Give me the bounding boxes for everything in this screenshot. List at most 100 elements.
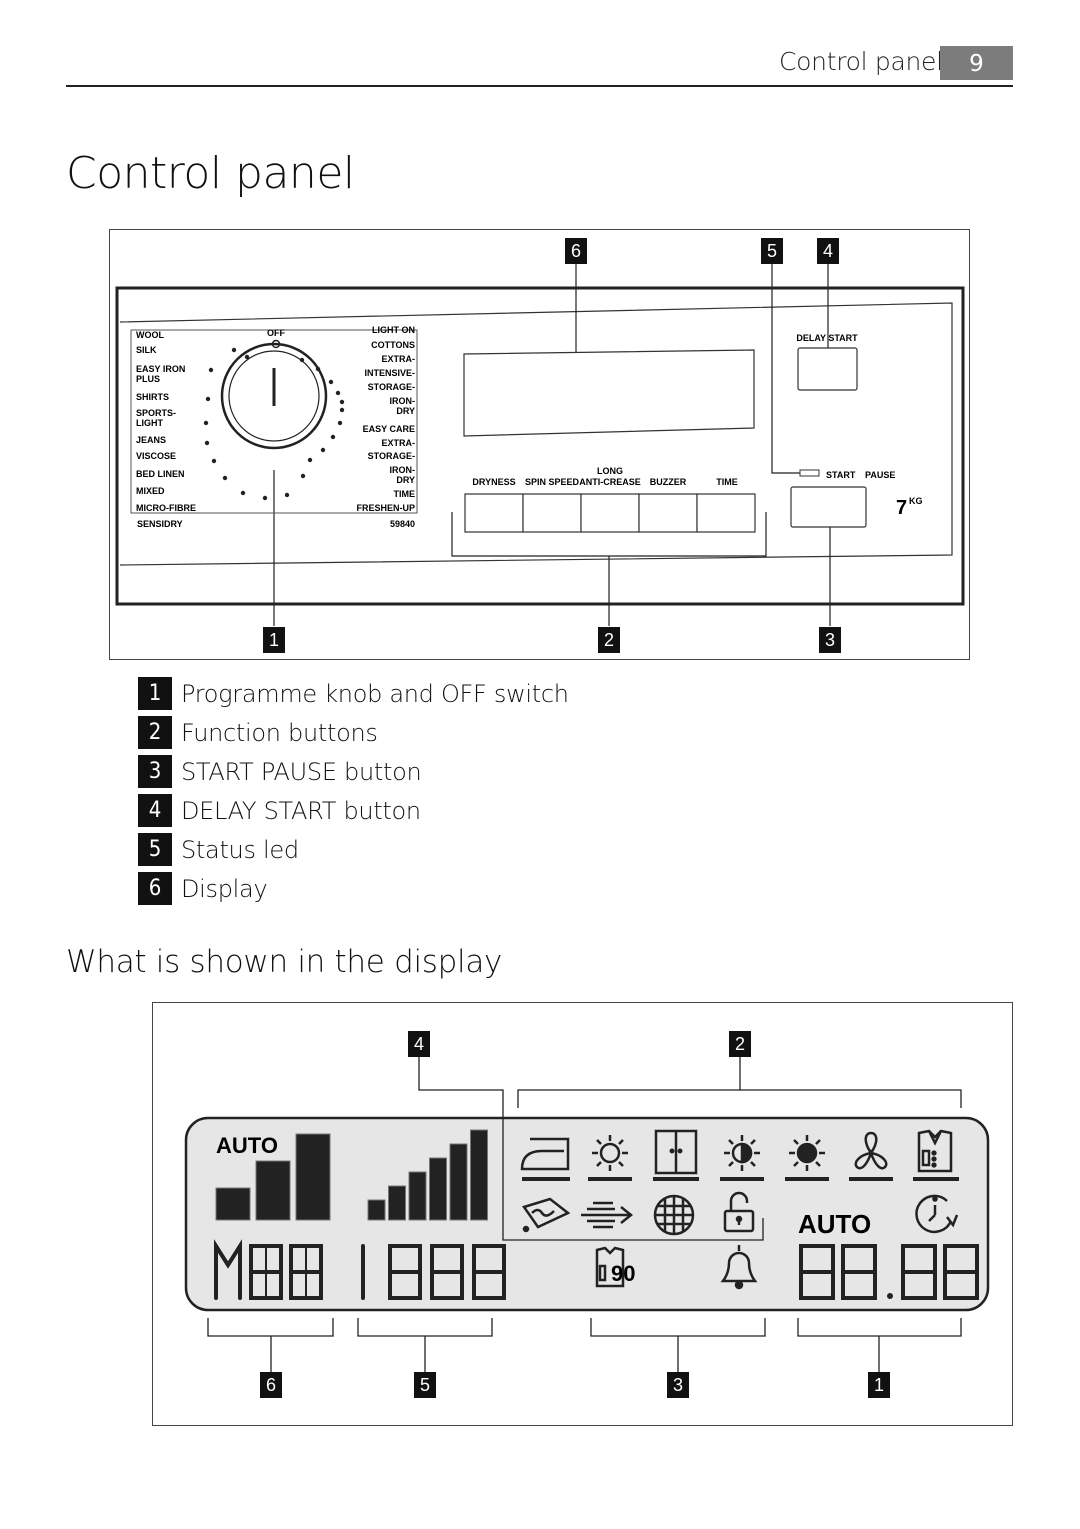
programme-dot [300, 473, 306, 479]
programme-dot [330, 434, 336, 440]
function-button [696, 493, 756, 533]
programme-label-right: STORAGE- [320, 447, 415, 461]
header-rule [66, 85, 1013, 87]
callout-4: 4 [817, 238, 839, 264]
svg-text:SHIRTS: SHIRTS [136, 392, 169, 402]
legend-text: Programme knob and OFF switch [181, 679, 569, 708]
programme-dot [204, 440, 210, 446]
svg-text:TIME: TIME [394, 489, 416, 499]
control-panel-drawing: OFF WOOLSILKEASY IRONPLUSSHIRTSSPORTS-LI… [115, 264, 965, 626]
legend-number: 1 [138, 677, 172, 710]
programme-label-left: SPORTS-LIGHT [136, 408, 209, 428]
start-pause-button [790, 486, 867, 528]
spin-bar [388, 1185, 406, 1221]
status-led [799, 469, 820, 477]
function-button-time: TIME [696, 477, 756, 533]
function-button-label-top: LONG [597, 466, 623, 476]
programme-dot [335, 390, 341, 396]
bracket-5 [357, 1318, 493, 1337]
bracket-2 [517, 1089, 962, 1108]
programme-dot [320, 447, 326, 453]
section-heading: What is shown in the display [66, 944, 503, 980]
model-number: 59840 [390, 519, 415, 529]
svg-text:VISCOSE: VISCOSE [136, 451, 176, 461]
delay-start-button [797, 347, 858, 391]
svg-text:MICRO-FIBRE: MICRO-FIBRE [136, 503, 196, 513]
legend-item: 2 Function buttons [138, 713, 569, 752]
function-button-buzzer: BUZZER [638, 477, 698, 533]
function-buttons-group: DRYNESS SPIN SPEED ANTI-CREASELONG BUZZER TI… [464, 466, 756, 533]
legend-number: 4 [138, 794, 172, 827]
filter-icon [653, 1194, 695, 1236]
auto-label-right: AUTO [798, 1209, 871, 1239]
auto-label-left: AUTO [216, 1133, 278, 1158]
programme-dot [337, 420, 343, 426]
capacity-value: 7 [896, 497, 907, 519]
svg-text:DRY: DRY [396, 406, 415, 416]
function-button [464, 493, 524, 533]
programme-label-right: IRON-DRY [307, 457, 415, 485]
pause-label: PAUSE [865, 470, 895, 480]
programme-label-left: MIXED [136, 486, 246, 496]
legend-text: Function buttons [181, 718, 378, 747]
callout-2: 2 [729, 1031, 751, 1057]
svg-text:SILK: SILK [136, 345, 157, 355]
programme-dot [307, 457, 313, 463]
svg-text:SPORTS-: SPORTS- [136, 408, 176, 418]
legend-item: 5 Status led [138, 830, 569, 869]
callout-3: 3 [667, 1372, 689, 1398]
time-decimal-point [887, 1293, 893, 1299]
programme-dot [203, 420, 209, 426]
dryness-bar [295, 1133, 331, 1221]
legend-text: Status led [181, 835, 299, 864]
delay-start-label: DELAY START [796, 333, 858, 343]
display-window [463, 349, 755, 437]
legend-list: 1 Programme knob and OFF switch 2 Function… [138, 674, 569, 908]
programme-label-left: SILK [136, 345, 250, 360]
programme-dot [262, 495, 268, 501]
programme-label-left: MICRO-FIBRE [136, 495, 268, 513]
dryness-bar [255, 1160, 291, 1221]
function-button [522, 493, 582, 533]
legend-text: Display [181, 874, 268, 903]
spin-bar [367, 1199, 386, 1221]
display-drawing: AUTO AUTO 90 [184, 1053, 990, 1373]
legend-number: 6 [138, 872, 172, 905]
programme-dot [339, 399, 345, 405]
legend-text: DELAY START button [181, 796, 421, 825]
svg-text:LIGHT: LIGHT [136, 418, 163, 428]
control-panel-figure: OFF WOOL SILK EASY IRON PLUS SHIRTS SPORTS- LI… [109, 229, 970, 660]
function-button-label: BUZZER [650, 477, 687, 487]
programme-label-left: BED LINEN [136, 469, 228, 481]
programme-dot [328, 379, 334, 385]
svg-text:FRESHEN-UP: FRESHEN-UP [356, 503, 415, 513]
programme-dot [284, 492, 290, 498]
svg-text:INTENSIVE-: INTENSIVE- [364, 368, 415, 378]
svg-text:MIXED: MIXED [136, 486, 165, 496]
function-button-label: ANTI-CREASE [579, 477, 641, 487]
programme-dot [315, 366, 321, 372]
legend-item: 1 Programme knob and OFF switch [138, 674, 569, 713]
spin-bar [449, 1143, 468, 1221]
programme-dot [205, 396, 211, 402]
callout-5: 5 [414, 1372, 436, 1398]
programme-dot [244, 354, 250, 360]
capacity-unit: KG [909, 496, 923, 506]
display-figure: AUTO AUTO 90 4 2 6 5 3 1 [152, 1002, 1013, 1426]
svg-text:PLUS: PLUS [136, 374, 160, 384]
leader-5 [771, 264, 800, 474]
programme-dot [339, 407, 345, 413]
programme-dot [222, 475, 228, 481]
svg-text:LIGHT ON: LIGHT ON [372, 325, 415, 335]
callout-1: 1 [868, 1372, 890, 1398]
svg-text:EXTRA-: EXTRA- [382, 438, 416, 448]
programme-label-right: EASY CARE [337, 420, 415, 434]
header-section-title: Control panel [779, 47, 943, 76]
programme-dot [208, 367, 214, 373]
svg-text:EASY CARE: EASY CARE [363, 424, 415, 434]
spin-bar [470, 1129, 488, 1221]
programme-dot [211, 458, 217, 464]
svg-text:STORAGE-: STORAGE- [368, 451, 415, 461]
svg-text:JEANS: JEANS [136, 435, 166, 445]
programme-label-left: VISCOSE [136, 451, 217, 464]
